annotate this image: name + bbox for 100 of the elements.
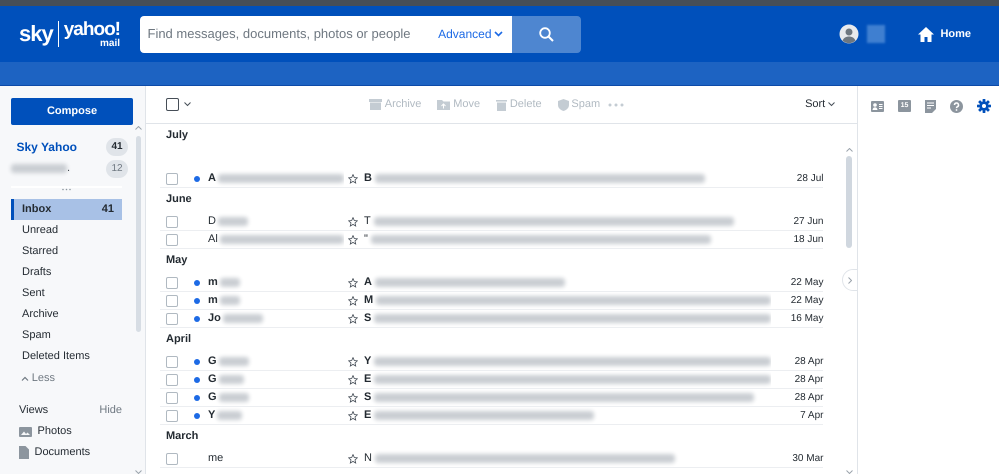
scroll-up-icon[interactable] [134, 126, 142, 130]
star-icon[interactable] [348, 234, 358, 244]
message-row[interactable]: D T 27 Jun [160, 213, 824, 231]
month-header: April [166, 333, 192, 345]
message-row[interactable]: G E 28 Apr [160, 371, 824, 389]
folder-item[interactable]: Unread [11, 220, 122, 241]
expand-panel-button[interactable] [842, 269, 858, 291]
more-icon[interactable] [608, 102, 624, 106]
chevron-down-icon[interactable] [184, 102, 191, 107]
view-item[interactable]: Documents [19, 444, 134, 460]
star-icon[interactable] [348, 314, 358, 324]
tool-button[interactable] [871, 100, 884, 112]
sort-button[interactable]: Sort [797, 96, 843, 113]
hide-link[interactable]: Hide [99, 402, 122, 418]
star-icon[interactable] [348, 392, 358, 402]
star-icon[interactable] [348, 174, 358, 184]
photo-icon [19, 426, 32, 436]
sender-name: Jo [208, 311, 221, 326]
account-item[interactable]: . 12 [11, 159, 128, 178]
redaction-blur [866, 25, 885, 43]
row-checkbox[interactable] [166, 276, 178, 288]
tool-button[interactable] [925, 100, 936, 112]
folder-item[interactable]: Starred [11, 241, 122, 262]
row-checkbox[interactable] [166, 216, 178, 228]
star-icon[interactable] [348, 374, 358, 384]
scrollbar-thumb[interactable] [846, 156, 852, 248]
month-header: May [166, 254, 188, 266]
star-icon[interactable] [348, 454, 358, 464]
tool-button[interactable] [977, 99, 991, 113]
folder-item[interactable]: Deleted Items [11, 346, 122, 367]
subject-text: S [364, 390, 372, 406]
shield-icon [558, 98, 569, 110]
redaction-blur [220, 278, 240, 287]
message-date: 7 Apr [799, 409, 824, 423]
drag-handle-icon[interactable] [62, 188, 71, 191]
sender-name: m [208, 293, 218, 308]
message-row[interactable]: Jo S 16 May [160, 310, 824, 328]
row-checkbox[interactable] [166, 294, 178, 306]
home-button[interactable]: Home [910, 24, 977, 44]
message-row[interactable]: m M 22 May [160, 292, 824, 310]
chevron-down-icon [828, 102, 835, 107]
unread-count: 41 [106, 138, 128, 156]
search-button[interactable] [512, 16, 581, 52]
star-icon[interactable] [348, 356, 358, 366]
folder-item[interactable]: Spam [11, 325, 122, 346]
row-checkbox[interactable] [166, 452, 178, 464]
row-checkbox[interactable] [166, 374, 178, 386]
folder-icon [437, 99, 450, 110]
message-row[interactable]: me N 30 Mar [160, 450, 824, 468]
scrollbar-thumb[interactable] [136, 136, 140, 332]
row-checkbox[interactable] [166, 392, 178, 404]
view-item[interactable]: Photos [19, 424, 134, 440]
folder-item[interactable]: Archive [11, 304, 122, 325]
message-row[interactable]: Al " 18 Jun [160, 231, 824, 249]
row-checkbox[interactable] [166, 172, 178, 184]
subject-text: M [364, 293, 374, 308]
sender-name: me [208, 451, 224, 466]
chevron-down-icon [494, 31, 504, 37]
less-toggle[interactable]: Less [21, 370, 134, 386]
scroll-down-icon[interactable] [134, 470, 142, 474]
message-row[interactable]: A B 28 Jul [160, 170, 824, 188]
star-icon[interactable] [348, 278, 358, 288]
folder-item[interactable]: Inbox 41 [11, 199, 122, 220]
month-header: July [166, 129, 188, 141]
account-name: . [67, 161, 70, 176]
row-checkbox[interactable] [166, 410, 178, 422]
message-row[interactable]: Y E 7 Apr [160, 407, 824, 425]
help-icon [950, 100, 963, 112]
compose-button[interactable]: Compose [11, 98, 133, 125]
subject-text: E [364, 408, 372, 424]
sender-name: G [208, 372, 217, 388]
message-date: 28 Jul [796, 172, 824, 186]
settings-icon [977, 99, 991, 113]
row-checkbox[interactable] [166, 234, 178, 246]
star-icon[interactable] [348, 216, 358, 226]
row-checkbox[interactable] [166, 356, 178, 368]
section-title: Views [19, 403, 48, 418]
row-checkbox[interactable] [166, 312, 178, 324]
redaction-blur [222, 314, 263, 323]
message-row[interactable]: m A 22 May [160, 274, 824, 292]
message-date: 22 May [790, 276, 824, 290]
select-all-checkbox[interactable] [166, 98, 179, 111]
sender-name: D [208, 214, 216, 230]
avatar-icon[interactable] [838, 24, 859, 44]
star-icon[interactable] [348, 410, 358, 420]
logo-text: yahoo! [64, 20, 120, 38]
sender-name: A [208, 171, 216, 186]
account-item[interactable]: Sky Yahoo 41 [11, 137, 128, 156]
folder-item[interactable]: Drafts [11, 262, 122, 283]
redaction-blur [218, 357, 249, 366]
message-row[interactable]: G S 28 Apr [160, 389, 824, 407]
scroll-up-icon[interactable] [846, 148, 853, 152]
scroll-down-icon[interactable] [846, 470, 853, 474]
folder-item[interactable]: Sent [11, 283, 122, 304]
message-date: 18 Jun [792, 233, 824, 247]
search-field[interactable]: Find messages, documents, photos or people Advanced [140, 16, 512, 52]
advanced-search-button[interactable]: Advanced [432, 24, 510, 44]
message-row[interactable]: G Y 28 Apr [160, 353, 824, 371]
star-icon[interactable] [348, 296, 358, 306]
tool-button[interactable] [950, 100, 963, 112]
